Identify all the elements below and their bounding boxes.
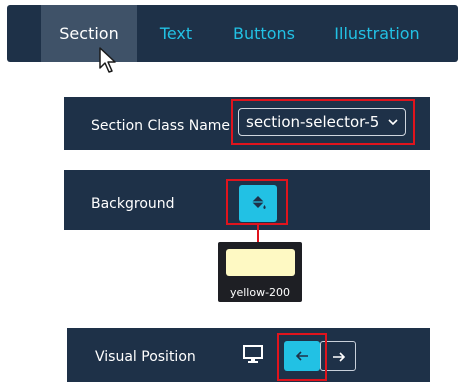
position-left-highlight-box	[277, 333, 327, 381]
tab-buttons[interactable]: Buttons	[224, 5, 304, 62]
section-tabs-bar: Section Text Buttons Illustration	[7, 5, 458, 62]
arrow-right-icon	[333, 352, 346, 362]
section-class-label: Section Class Name	[91, 118, 231, 134]
visual-position-label: Visual Position	[95, 349, 196, 365]
mouse-cursor-icon	[99, 47, 116, 73]
tab-text[interactable]: Text	[145, 5, 207, 62]
color-swatch[interactable]	[226, 249, 295, 276]
tab-illustration[interactable]: Illustration	[325, 5, 429, 62]
background-label: Background	[91, 196, 175, 212]
color-swatch-popover: yellow-200	[218, 242, 302, 302]
tab-section[interactable]: Section	[41, 5, 137, 62]
select-highlight-box	[231, 99, 415, 145]
color-swatch-label: yellow-200	[229, 286, 291, 299]
highlight-connector	[257, 224, 259, 243]
background-button-highlight-box	[226, 179, 288, 225]
monitor-icon	[243, 345, 263, 363]
